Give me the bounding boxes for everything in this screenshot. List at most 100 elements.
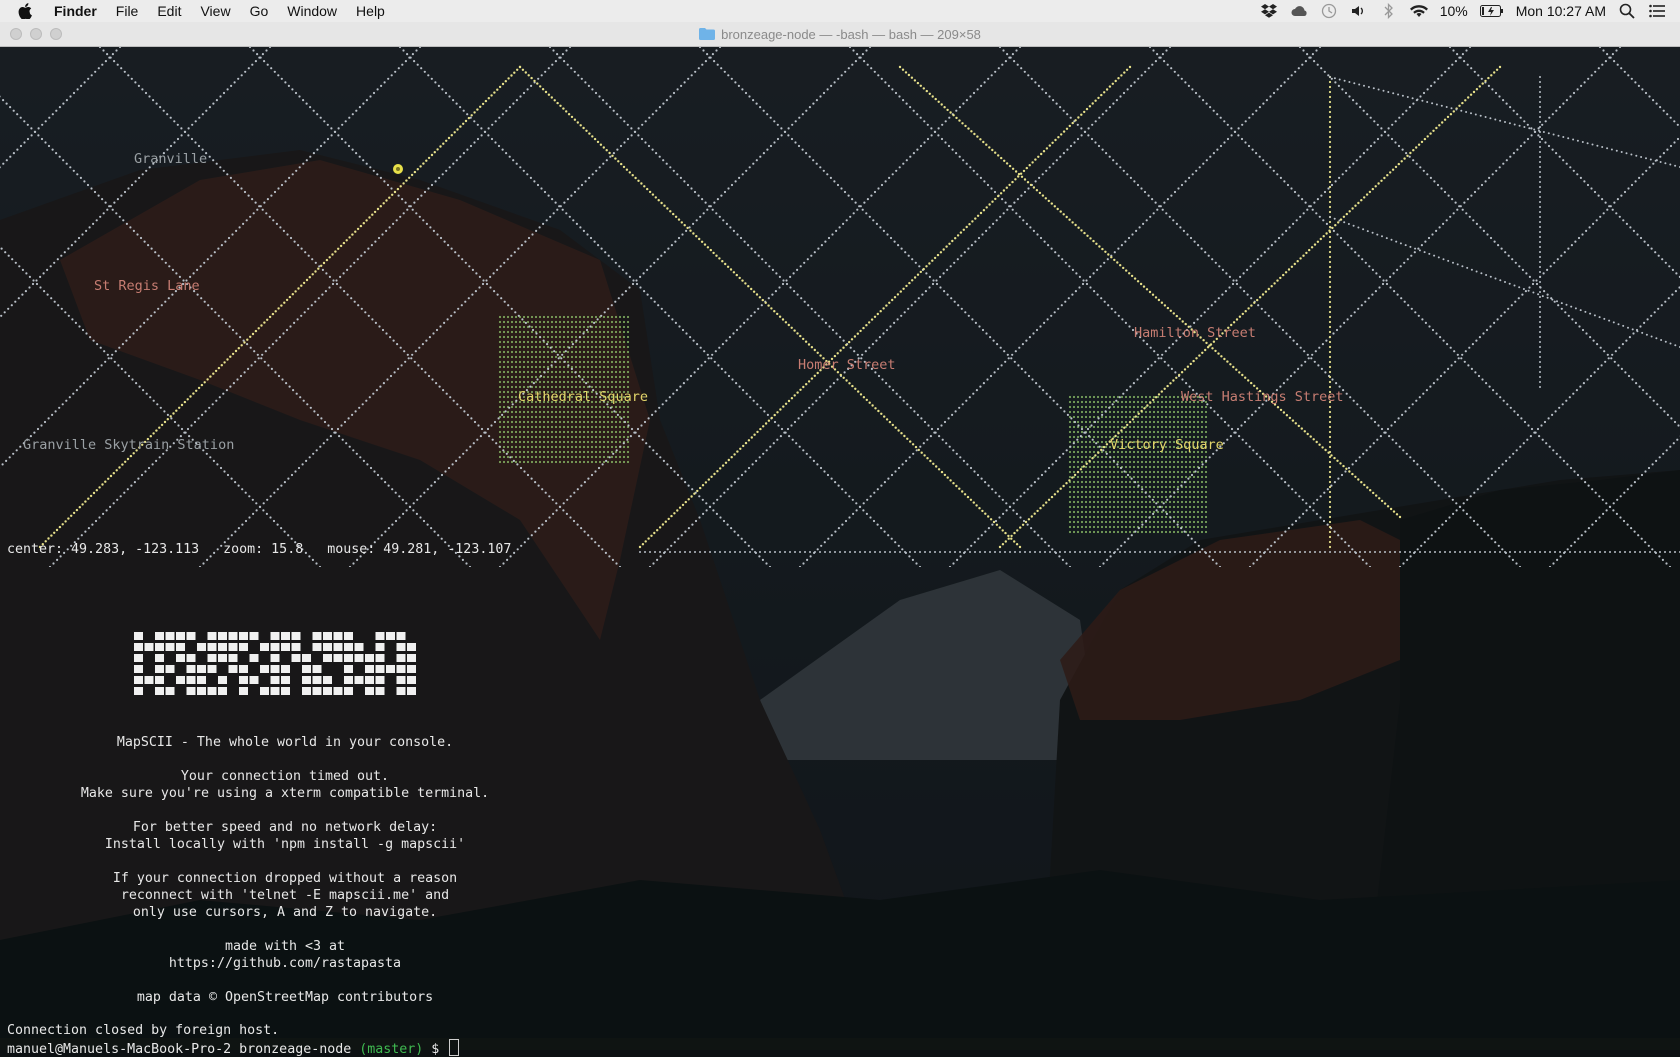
logo-block: [376, 643, 385, 651]
menu-file[interactable]: File: [116, 3, 139, 19]
logo-block: [334, 654, 343, 662]
logo-block: [397, 676, 406, 684]
logo-block: [323, 687, 332, 695]
logo-block: [397, 654, 406, 662]
notification-center-icon[interactable]: [1648, 3, 1666, 19]
info-line: [80, 853, 490, 870]
map-street: [1329, 216, 1680, 348]
logo-block: [334, 687, 343, 695]
info-line: [80, 972, 490, 989]
bluetooth-icon[interactable]: [1380, 3, 1398, 19]
terminal-cursor[interactable]: [449, 1039, 459, 1056]
logo-block: [260, 665, 269, 673]
map-main-road: [999, 66, 1501, 548]
logo-block: [218, 687, 227, 695]
logo-block: [397, 643, 406, 651]
logo-block: [344, 643, 353, 651]
terminal-titlebar[interactable]: bronzeage-node — -bash — bash — 209×58: [0, 22, 1680, 47]
logo-block: [155, 676, 164, 684]
menu-go[interactable]: Go: [250, 3, 269, 19]
logo-block: [187, 632, 196, 640]
terminal-content[interactable]: Granville St Regis Lane Cathedral Square…: [0, 47, 1680, 1038]
menu-view[interactable]: View: [200, 3, 230, 19]
logo-block: [229, 643, 238, 651]
logo-block: [166, 665, 175, 673]
logo-block: [229, 665, 238, 673]
logo-block: [302, 654, 311, 662]
map-label-granville: Granville: [134, 151, 207, 167]
logo-block: [397, 632, 406, 640]
map-label-homer-street: Homer Street: [798, 357, 896, 373]
ascii-map[interactable]: [0, 47, 1680, 567]
logo-block: [218, 643, 227, 651]
map-street: [199, 47, 721, 567]
logo-block: [197, 676, 206, 684]
logo-block: [176, 654, 185, 662]
map-street: [949, 47, 1471, 567]
logo-block: [376, 676, 385, 684]
logo-block: [271, 676, 280, 684]
map-street: [849, 47, 1371, 567]
logo-block: [397, 687, 406, 695]
map-street: [1599, 47, 1680, 567]
volume-icon[interactable]: [1350, 3, 1368, 19]
logo-block: [313, 643, 322, 651]
logo-block: [134, 654, 143, 662]
logo-block: [208, 687, 217, 695]
logo-block: [197, 687, 206, 695]
logo-block: [376, 632, 385, 640]
map-street: [499, 47, 1021, 567]
battery-percent[interactable]: 10%: [1440, 3, 1468, 19]
info-line: For better speed and no network delay:: [80, 819, 490, 836]
logo-block: [313, 676, 322, 684]
close-window-button[interactable]: [10, 28, 22, 40]
info-line: https://github.com/rastapasta: [80, 955, 490, 972]
map-street: [1299, 47, 1680, 567]
minimize-window-button[interactable]: [30, 28, 42, 40]
logo-block: [302, 665, 311, 673]
map-main-road: [519, 66, 1021, 548]
menu-edit[interactable]: Edit: [157, 3, 181, 19]
logo-block: [271, 687, 280, 695]
apple-menu-icon[interactable]: [18, 3, 36, 19]
connection-closed-message: Connection closed by foreign host.: [7, 1023, 279, 1038]
logo-block: [187, 654, 196, 662]
info-line: Your connection timed out.: [80, 768, 490, 785]
logo-block: [260, 643, 269, 651]
logo-block: [344, 632, 353, 640]
info-line: reconnect with 'telnet -E mapscii.me' an…: [80, 887, 490, 904]
zoom-window-button[interactable]: [50, 28, 62, 40]
logo-block: [313, 665, 322, 673]
menu-bar: Finder File Edit View Go Window Help 10%…: [0, 0, 1680, 23]
time-machine-icon[interactable]: [1320, 3, 1338, 19]
menu-window[interactable]: Window: [287, 3, 337, 19]
menu-app-finder[interactable]: Finder: [54, 3, 97, 19]
map-street: [99, 47, 621, 567]
shell-prompt[interactable]: manuel@Manuels-MacBook-Pro-2 bronzeage-n…: [7, 1039, 459, 1057]
info-line: If your connection dropped without a rea…: [80, 870, 490, 887]
dropbox-icon[interactable]: [1260, 3, 1278, 19]
map-street: [0, 47, 421, 567]
logo-block: [365, 654, 374, 662]
menu-help[interactable]: Help: [356, 3, 385, 19]
menubar-clock[interactable]: Mon 10:27 AM: [1516, 3, 1606, 19]
logo-block: [155, 687, 164, 695]
battery-charging-icon[interactable]: [1480, 3, 1504, 19]
info-line: [80, 802, 490, 819]
wifi-icon[interactable]: [1410, 3, 1428, 19]
logo-block: [407, 665, 416, 673]
logo-block: [281, 643, 290, 651]
spotlight-search-icon[interactable]: [1618, 3, 1636, 19]
map-label-west-hastings-street: West Hastings Street: [1181, 389, 1344, 405]
logo-block: [281, 632, 290, 640]
logo-block: [292, 632, 301, 640]
map-status-line: center: 49.283, -123.113 zoom: 15.8 mous…: [7, 542, 511, 557]
logo-block: [176, 643, 185, 651]
logo-block: [134, 676, 143, 684]
cloud-sync-icon[interactable]: [1290, 3, 1308, 19]
logo-block: [218, 632, 227, 640]
map-street: [1329, 76, 1680, 168]
map-street: [1249, 47, 1680, 567]
map-label-victory-square: Victory Square: [1110, 437, 1224, 453]
map-street: [1099, 47, 1621, 567]
